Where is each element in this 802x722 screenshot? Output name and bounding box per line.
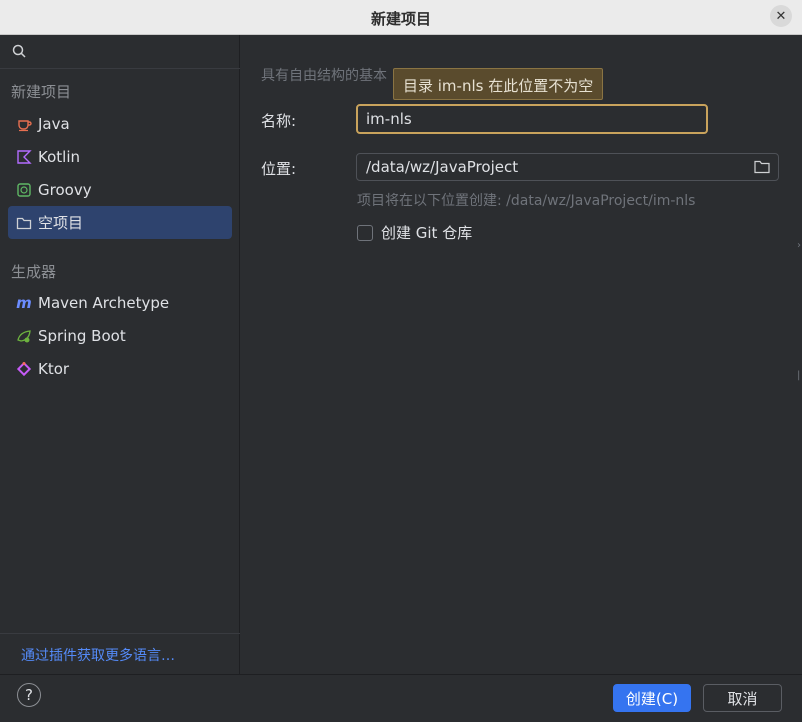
groovy-icon bbox=[16, 182, 32, 198]
sidebar-item-ktor[interactable]: Ktor bbox=[8, 352, 232, 385]
sidebar-item-kotlin[interactable]: Kotlin bbox=[8, 140, 232, 173]
section-new-project: 新建项目 bbox=[11, 83, 72, 101]
sidebar-item-label: Kotlin bbox=[38, 147, 80, 166]
name-label: 名称: bbox=[261, 112, 297, 130]
footer: ? 创建(C) 取消 bbox=[0, 674, 802, 722]
get-more-languages-link[interactable]: 通过插件获取更多语言… bbox=[21, 645, 175, 665]
sidebar-item-label: Maven Archetype bbox=[38, 293, 170, 312]
help-button[interactable]: ? bbox=[17, 683, 41, 707]
window-title: 新建项目 bbox=[370, 10, 431, 28]
sidebar-item-spring-boot[interactable]: Spring Boot bbox=[8, 319, 232, 352]
spring-boot-icon bbox=[16, 328, 32, 344]
project-description: 具有自由结构的基本 bbox=[261, 68, 387, 84]
main-panel: 具有自由结构的基本 目录 im-nls 在此位置不为空 名称: 位置: /dat… bbox=[241, 35, 802, 674]
close-icon[interactable]: ✕ bbox=[770, 5, 792, 27]
location-value: /data/wz/JavaProject bbox=[366, 158, 519, 176]
checkbox-label: 创建 Git 仓库 bbox=[381, 224, 473, 242]
location-hint: 项目将在以下位置创建: /data/wz/JavaProject/im-nls bbox=[357, 193, 696, 209]
sidebar-item-label: 空项目 bbox=[38, 214, 84, 232]
empty-project-icon bbox=[16, 215, 32, 231]
location-label: 位置: bbox=[261, 160, 297, 178]
sidebar-item-label: Groovy bbox=[38, 180, 92, 199]
create-git-repo-checkbox[interactable]: 创建 Git 仓库 bbox=[357, 222, 472, 243]
location-field[interactable]: /data/wz/JavaProject bbox=[356, 153, 779, 181]
cancel-button[interactable]: 取消 bbox=[703, 684, 782, 712]
section-generators: 生成器 bbox=[11, 263, 57, 281]
maven-icon: m bbox=[16, 293, 32, 312]
search-icon bbox=[12, 44, 26, 58]
sidebar-item-label: Spring Boot bbox=[38, 326, 126, 345]
sidebar: 新建项目 Java Kotlin Groovy 空项目 生成器 m Maven … bbox=[0, 35, 240, 674]
create-button[interactable]: 创建(C) bbox=[613, 684, 691, 712]
sidebar-item-java[interactable]: Java bbox=[8, 107, 232, 140]
sidebar-item-maven-archetype[interactable]: m Maven Archetype bbox=[8, 286, 232, 319]
warning-tooltip: 目录 im-nls 在此位置不为空 bbox=[393, 68, 604, 100]
name-field[interactable] bbox=[356, 104, 708, 134]
sidebar-item-label: Java bbox=[38, 114, 70, 133]
sidebar-item-label: Ktor bbox=[38, 359, 70, 378]
plugins-link-container: 通过插件获取更多语言… bbox=[0, 633, 240, 674]
edge-mark: | bbox=[797, 370, 801, 381]
edge-mark: › bbox=[797, 240, 801, 251]
kotlin-icon bbox=[16, 149, 32, 165]
checkbox-box[interactable] bbox=[357, 224, 373, 241]
ktor-icon bbox=[16, 361, 32, 377]
search-input[interactable] bbox=[30, 39, 230, 65]
search-bar[interactable] bbox=[0, 35, 240, 69]
sidebar-item-empty-project[interactable]: 空项目 bbox=[8, 206, 232, 239]
folder-icon[interactable] bbox=[754, 160, 770, 174]
sidebar-item-groovy[interactable]: Groovy bbox=[8, 173, 232, 206]
title-bar: 新建项目 ✕ bbox=[0, 0, 802, 35]
java-icon bbox=[16, 116, 32, 132]
